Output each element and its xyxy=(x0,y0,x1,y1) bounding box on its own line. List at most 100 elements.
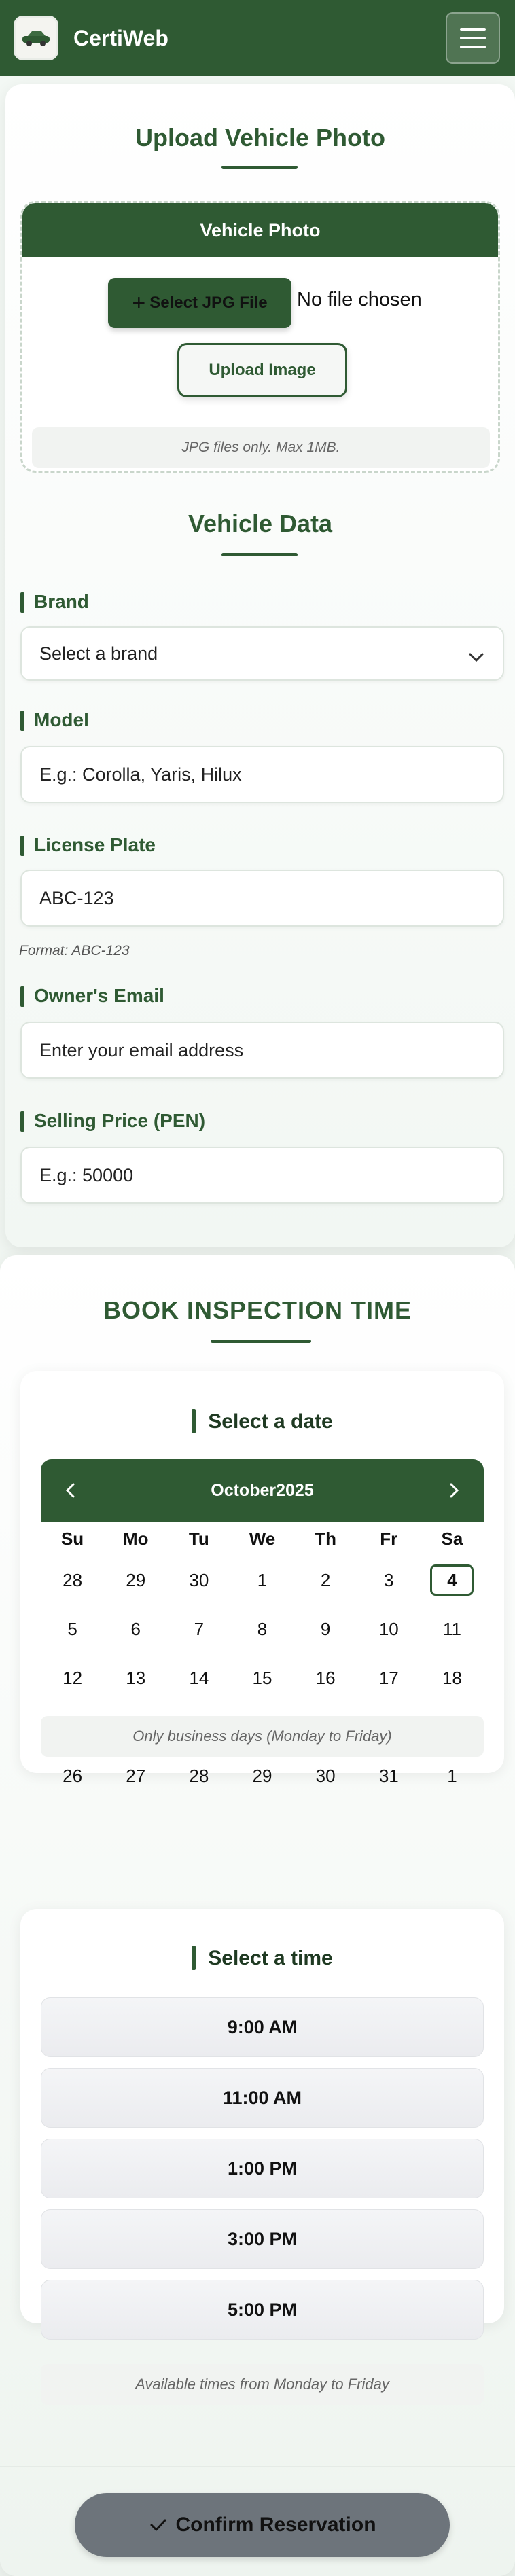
calendar-day[interactable]: 5 xyxy=(41,1605,104,1653)
calendar-day[interactable]: 6 xyxy=(104,1605,167,1653)
calendar-day-number: 27 xyxy=(126,1765,146,1786)
calendar-day[interactable]: 9 xyxy=(294,1605,357,1653)
vehicle-data-title: Vehicle Data xyxy=(188,509,333,537)
price-label: Selling Price (PEN) xyxy=(20,1110,205,1132)
upload-hint: JPG files only. Max 1MB. xyxy=(32,427,490,468)
title-accent-bar xyxy=(192,1409,196,1434)
chevron-right-icon[interactable] xyxy=(442,1478,466,1503)
license-plate-input[interactable]: ABC-123 xyxy=(20,870,504,927)
weekday-label: Th xyxy=(315,1528,337,1549)
model-input[interactable]: E.g.: Corolla, Yaris, Hilux xyxy=(20,746,504,803)
email-input[interactable]: Enter your email address xyxy=(20,1022,504,1079)
time-slot-button[interactable]: 3:00 PM xyxy=(41,2209,484,2269)
calendar-day-number: 28 xyxy=(63,1569,83,1590)
title-underline xyxy=(221,553,298,556)
calendar-day[interactable]: 2 xyxy=(294,1556,357,1605)
calendar-day-number: 16 xyxy=(315,1667,336,1688)
title-underline xyxy=(211,1340,311,1343)
date-note: Only business days (Monday to Friday) xyxy=(41,1716,484,1757)
calendar-day[interactable]: 29 xyxy=(230,1751,294,1800)
calendar-day-number: 29 xyxy=(252,1765,272,1786)
calendar-day[interactable]: 27 xyxy=(104,1751,167,1800)
calendar-day-number: 13 xyxy=(126,1667,146,1688)
file-status: No file chosen xyxy=(297,289,422,310)
calendar-day[interactable]: 13 xyxy=(104,1653,167,1702)
calendar-day-number: 4 xyxy=(430,1564,474,1596)
calendar-day[interactable]: 10 xyxy=(357,1605,421,1653)
calendar-week-row: 5 6 7 8 9 10 11 xyxy=(41,1605,484,1653)
calendar-day-number: 30 xyxy=(189,1569,209,1590)
calendar-day-number: 10 xyxy=(378,1618,399,1639)
calendar-day[interactable]: 26 xyxy=(41,1751,104,1800)
confirm-reservation-button[interactable]: Confirm Reservation xyxy=(75,2493,450,2557)
calendar-day-selected[interactable]: 4 xyxy=(421,1556,484,1605)
calendar-day-number: 1 xyxy=(257,1569,268,1590)
calendar-day[interactable]: 3 xyxy=(357,1556,421,1605)
email-label: Owner's Email xyxy=(20,985,164,1007)
calendar-day[interactable]: 30 xyxy=(167,1556,230,1605)
calendar-day[interactable]: 28 xyxy=(167,1751,230,1800)
chevron-left-icon[interactable] xyxy=(58,1478,83,1503)
calendar-day[interactable]: 12 xyxy=(41,1653,104,1702)
check-icon xyxy=(150,2519,166,2531)
date-section-title: Select a date xyxy=(20,1409,504,1435)
weekday-label: Fr xyxy=(380,1528,398,1549)
time-picker-card: Select a time 9:00 AM 11:00 AM 1:00 PM 3… xyxy=(20,1909,504,2340)
photo-upload-box: Vehicle Photo + Select JPG File No file … xyxy=(20,201,500,473)
upload-title: Upload Vehicle Photo xyxy=(135,124,386,151)
weekday-label: Su xyxy=(60,1528,84,1549)
brand-name[interactable]: CertiWeb xyxy=(73,26,168,51)
price-input[interactable]: E.g.: 50000 xyxy=(20,1147,504,1204)
calendar-day-number: 18 xyxy=(442,1667,462,1688)
calendar-day-number: 26 xyxy=(63,1765,83,1786)
weekday-label: Sa xyxy=(441,1528,463,1549)
weekday-label: Mo xyxy=(122,1528,149,1549)
calendar-day[interactable]: 17 xyxy=(357,1653,421,1702)
calendar-day[interactable]: 18 xyxy=(421,1653,484,1702)
calendar-day-number: 3 xyxy=(384,1569,394,1590)
time-section-title: Select a time xyxy=(20,1946,504,1971)
brand-label: Brand xyxy=(20,591,89,613)
select-file-button[interactable]: + Select JPG File xyxy=(108,278,291,328)
calendar-month: October xyxy=(211,1480,277,1500)
plus-icon: + xyxy=(132,290,146,316)
calendar-day[interactable]: 29 xyxy=(104,1556,167,1605)
calendar-day[interactable]: 16 xyxy=(294,1653,357,1702)
brand-select[interactable]: Select a brand xyxy=(20,626,504,681)
time-slot-button[interactable]: 1:00 PM xyxy=(41,2139,484,2198)
calendar-day[interactable]: 7 xyxy=(167,1605,230,1653)
calendar-day-number: 8 xyxy=(257,1618,268,1639)
upload-image-button[interactable]: Upload Image xyxy=(177,343,347,397)
time-slot-button[interactable]: 11:00 AM xyxy=(41,2068,484,2128)
time-slot-button[interactable]: 9:00 AM xyxy=(41,1997,484,2057)
calendar-day[interactable]: 31 xyxy=(357,1751,421,1800)
vehicle-form-card: Upload Vehicle Photo Vehicle Photo + Sel… xyxy=(5,84,515,1247)
calendar-day-number: 1 xyxy=(447,1765,457,1786)
time-note: Available times from Monday to Friday xyxy=(41,2364,484,2405)
time-slot-button[interactable]: 5:00 PM xyxy=(41,2280,484,2340)
calendar-day-number: 17 xyxy=(378,1667,399,1688)
model-label: Model xyxy=(20,709,89,731)
calendar-day[interactable]: 30 xyxy=(294,1751,357,1800)
calendar-day[interactable]: 15 xyxy=(230,1653,294,1702)
brand-select-value: Select a brand xyxy=(39,643,158,664)
calendar-week-row: 12 13 14 15 16 17 18 xyxy=(41,1653,484,1702)
calendar-day[interactable]: 8 xyxy=(230,1605,294,1653)
calendar-day[interactable]: 11 xyxy=(421,1605,484,1653)
date-picker-card: Select a date October 2025 Su Mo Tu We Th Fr Sa… xyxy=(20,1371,504,1786)
calendar-day-number: 28 xyxy=(189,1765,209,1786)
calendar-day-number: 30 xyxy=(315,1765,336,1786)
certiweb-logo[interactable] xyxy=(14,16,58,60)
calendar-day[interactable]: 1 xyxy=(230,1556,294,1605)
menu-line xyxy=(460,37,486,39)
calendar-header: October 2025 xyxy=(41,1459,484,1522)
calendar-day[interactable]: 1 xyxy=(421,1751,484,1800)
title-accent-bar xyxy=(192,1946,196,1971)
chevron-down-icon xyxy=(469,653,484,662)
hamburger-menu-button[interactable] xyxy=(446,12,500,64)
calendar-day-number: 29 xyxy=(126,1569,146,1590)
calendar-day[interactable]: 28 xyxy=(41,1556,104,1605)
calendar-day[interactable]: 14 xyxy=(167,1653,230,1702)
calendar-week-row: 26 27 28 29 30 31 1 xyxy=(41,1751,484,1800)
booking-card: BOOK INSPECTION TIME Select a date Octob… xyxy=(0,1255,515,2576)
